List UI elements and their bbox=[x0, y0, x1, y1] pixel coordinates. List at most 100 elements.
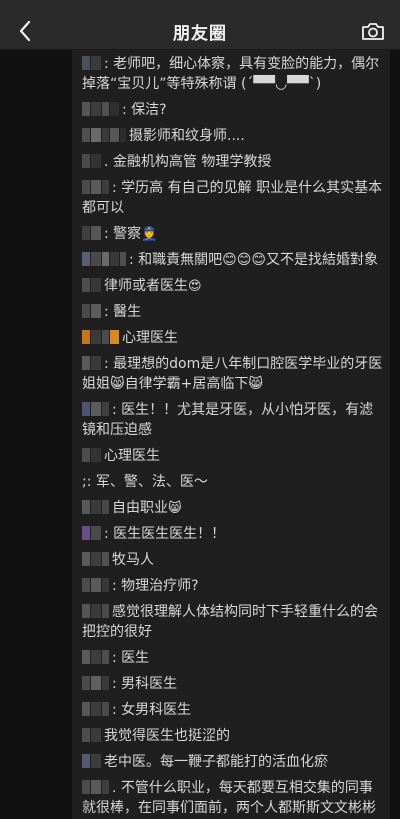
comment-text: : 医生 bbox=[112, 650, 150, 666]
blurred-username[interactable] bbox=[82, 180, 110, 194]
blurred-username[interactable] bbox=[82, 252, 127, 266]
mosaic-block bbox=[102, 702, 109, 716]
comment-item[interactable]: : 医生！！尤其是牙医，从小怕牙医，有滤镜和压迫感 bbox=[82, 400, 390, 440]
blurred-username[interactable] bbox=[82, 226, 102, 240]
mosaic-block bbox=[91, 226, 101, 240]
comment-item[interactable]: : 保洁? bbox=[82, 100, 390, 120]
mosaic-block bbox=[102, 128, 109, 142]
comment-item[interactable]: 我觉得医生也挺涩的 bbox=[82, 726, 390, 746]
mosaic-block bbox=[102, 780, 109, 794]
comment-item[interactable]: . 金融机构高管 物理学教授 bbox=[82, 152, 390, 172]
comment-item[interactable]: 心理医生 bbox=[82, 446, 390, 466]
mosaic-block bbox=[102, 330, 109, 344]
blurred-username[interactable] bbox=[82, 154, 102, 168]
comment-item[interactable]: 律师或者医生😍 bbox=[82, 276, 390, 296]
blurred-username[interactable] bbox=[82, 604, 110, 618]
blurred-username[interactable] bbox=[82, 102, 120, 116]
blurred-username[interactable] bbox=[82, 448, 102, 462]
mosaic-block bbox=[91, 356, 101, 370]
comment-item[interactable]: 牧马人 bbox=[82, 550, 390, 570]
camera-icon bbox=[362, 23, 384, 40]
comment-item[interactable]: 感觉很理解人体结构同时下手轻重什么的会把控的很好 bbox=[82, 602, 390, 642]
comment-text: 自由职业 bbox=[112, 500, 168, 516]
mosaic-block bbox=[91, 526, 101, 540]
mosaic-block bbox=[102, 500, 109, 514]
comment-item[interactable]: 老中医。每一鞭子都能打的活血化瘀 bbox=[82, 752, 390, 772]
comment-text: : 醫生 bbox=[104, 304, 142, 320]
blurred-username[interactable] bbox=[82, 754, 102, 768]
comment-text: : 和職責無關吧😊😊😊又不是找結婚對象 bbox=[129, 252, 378, 268]
blurred-username[interactable] bbox=[82, 304, 102, 318]
mosaic-block bbox=[91, 676, 101, 690]
comment-item[interactable]: 心理医生 bbox=[82, 328, 390, 348]
emoji-icon: 👮 bbox=[141, 227, 158, 242]
mosaic-block bbox=[102, 102, 109, 116]
blurred-username[interactable] bbox=[82, 356, 102, 370]
comment-list: : 老师吧，细心体察，具有变脸的能力，偶尔掉落“宝贝儿”等特殊称谓 (´▀▀◡▀… bbox=[72, 50, 390, 819]
comment-text: : 学历高 有自己的见解 职业是什么其实基本都可以 bbox=[82, 180, 383, 216]
mosaic-block bbox=[82, 356, 90, 370]
blurred-username[interactable] bbox=[82, 402, 110, 416]
mosaic-block bbox=[82, 226, 90, 240]
comment-item[interactable]: : 医生 bbox=[82, 648, 390, 668]
mosaic-block bbox=[91, 180, 101, 194]
mosaic-block bbox=[82, 180, 90, 194]
comment-text: : 女男科医生 bbox=[112, 702, 192, 718]
mosaic-block bbox=[91, 402, 101, 416]
blurred-username[interactable] bbox=[82, 780, 110, 794]
blurred-username[interactable] bbox=[82, 552, 110, 566]
mosaic-block bbox=[82, 278, 90, 292]
mosaic-block bbox=[91, 780, 101, 794]
comment-item[interactable]: : 物理治疗师? bbox=[82, 576, 390, 596]
comment-text: 我觉得医生也挺涩的 bbox=[104, 728, 230, 744]
comment-item[interactable]: : 老师吧，细心体察，具有变脸的能力，偶尔掉落“宝贝儿”等特殊称谓 (´▀▀◡▀… bbox=[82, 54, 390, 94]
mosaic-block bbox=[82, 526, 90, 540]
comment-text: 老中医。每一鞭子都能打的活血化瘀 bbox=[104, 754, 328, 770]
mosaic-block bbox=[82, 754, 90, 768]
comment-item[interactable]: : 警察👮 bbox=[82, 224, 390, 244]
comment-item[interactable]: : 医生医生医生！！ bbox=[82, 524, 390, 544]
comment-item[interactable]: . 不管什么职业，每天都要互相交集的同事就很棒，在同事们面前，两个人都斯斯文文彬… bbox=[82, 778, 390, 819]
mosaic-block bbox=[102, 252, 109, 266]
comment-item[interactable]: : 醫生 bbox=[82, 302, 390, 322]
page-title: 朋友圈 bbox=[173, 24, 227, 44]
comment-item[interactable]: 自由职业😸 bbox=[82, 498, 390, 518]
blurred-username[interactable] bbox=[82, 650, 110, 664]
mosaic-block bbox=[102, 578, 109, 592]
mosaic-block bbox=[82, 252, 90, 266]
comment-item[interactable]: ;: 军、警、法、医～ bbox=[82, 472, 390, 492]
blurred-username[interactable] bbox=[82, 702, 110, 716]
mosaic-block bbox=[120, 252, 126, 266]
mosaic-block bbox=[110, 102, 119, 116]
blurred-username[interactable] bbox=[82, 330, 120, 344]
mosaic-block bbox=[82, 304, 90, 318]
blurred-username[interactable] bbox=[82, 578, 110, 592]
comment-item[interactable]: : 男科医生 bbox=[82, 674, 390, 694]
comment-text: 牧马人 bbox=[112, 552, 154, 568]
comment-item[interactable]: : 学历高 有自己的见解 职业是什么其实基本都可以 bbox=[82, 178, 390, 218]
blurred-username[interactable] bbox=[82, 56, 102, 70]
comment-item[interactable]: : 女男科医生 bbox=[82, 700, 390, 720]
mosaic-block bbox=[91, 56, 101, 70]
comment-item[interactable]: 摄影师和纹身师.... bbox=[82, 126, 390, 146]
blurred-username[interactable] bbox=[82, 128, 127, 142]
comment-text: 摄影师和纹身师.... bbox=[129, 128, 245, 144]
comment-item[interactable]: : 最理想的dom是八年制口腔医学毕业的牙医姐姐😸自律学霸+居高临下😸 bbox=[82, 354, 390, 394]
comment-text: : 医生！！尤其是牙医，从小怕牙医，有滤镜和压迫感 bbox=[82, 402, 374, 438]
blurred-username[interactable] bbox=[82, 526, 102, 540]
mosaic-block bbox=[120, 128, 126, 142]
emoji-icon: 😸 bbox=[168, 501, 182, 516]
mosaic-block bbox=[82, 676, 90, 690]
mosaic-block bbox=[82, 500, 90, 514]
comment-text: 律师或者医生 bbox=[104, 278, 188, 294]
camera-button[interactable] bbox=[360, 18, 386, 44]
comment-item[interactable]: : 和職責無關吧😊😊😊又不是找結婚對象 bbox=[82, 250, 390, 270]
blurred-username[interactable] bbox=[82, 676, 110, 690]
mosaic-block bbox=[91, 578, 101, 592]
comment-text: : 保洁? bbox=[122, 102, 167, 118]
blurred-username[interactable] bbox=[82, 278, 102, 292]
mosaic-block bbox=[82, 604, 90, 618]
blurred-username[interactable] bbox=[82, 728, 102, 742]
mosaic-block bbox=[82, 154, 90, 168]
blurred-username[interactable] bbox=[82, 500, 110, 514]
